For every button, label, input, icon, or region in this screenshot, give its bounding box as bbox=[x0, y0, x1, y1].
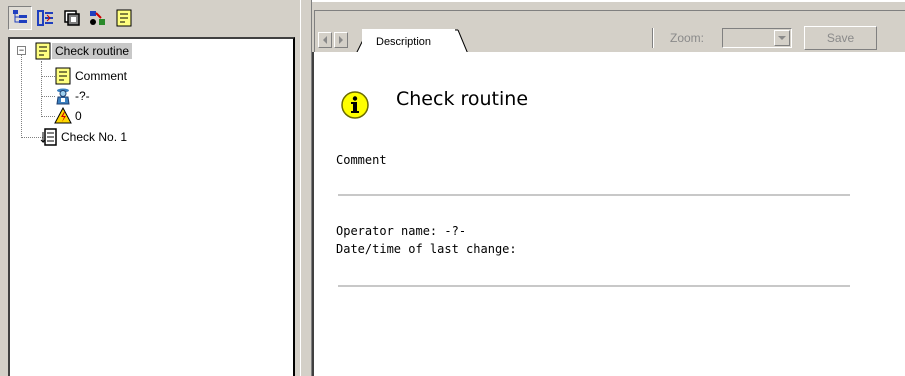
collapse-toggle[interactable]: − bbox=[17, 46, 26, 55]
tree-item-label: Check No. 1 bbox=[61, 130, 128, 144]
sensor-view-button[interactable] bbox=[86, 6, 110, 30]
tree-connector bbox=[41, 76, 55, 77]
info-icon bbox=[341, 91, 369, 119]
tab-scroll-right-button[interactable] bbox=[334, 32, 348, 48]
tree-item-label: 0 bbox=[75, 109, 82, 123]
navigation-pane: − Check routine Comment -?- 0 Check No. … bbox=[0, 0, 300, 376]
arrow-right-icon bbox=[339, 36, 343, 44]
tree-connector bbox=[21, 50, 22, 138]
module-view-icon bbox=[64, 10, 80, 26]
divider bbox=[338, 194, 850, 196]
tree-view-icon bbox=[13, 10, 27, 23]
tree-connector bbox=[41, 96, 55, 97]
tree-item-warning[interactable]: 0 bbox=[54, 106, 85, 126]
flow-view-icon bbox=[37, 10, 53, 26]
check-list-icon bbox=[40, 128, 57, 146]
tree-item-label: Check routine bbox=[52, 43, 133, 59]
note-icon bbox=[35, 42, 51, 60]
warning-icon bbox=[54, 107, 72, 124]
tree-item-operator[interactable]: -?- bbox=[54, 86, 93, 106]
tree-connector bbox=[41, 116, 55, 117]
flow-view-button[interactable] bbox=[34, 6, 58, 30]
comment-view-icon bbox=[116, 9, 132, 27]
chevron-down-icon bbox=[778, 35, 786, 40]
tree-item-check-routine[interactable]: Check routine bbox=[34, 41, 133, 61]
pane-splitter[interactable] bbox=[300, 0, 312, 376]
routine-tree: − Check routine Comment -?- 0 Check No. … bbox=[8, 37, 295, 376]
page-title: Check routine bbox=[396, 88, 529, 110]
view-toolbar bbox=[8, 6, 136, 30]
operator-name-line: Operator name: -?- bbox=[336, 224, 467, 238]
zoom-label: Zoom: bbox=[670, 31, 705, 45]
zoom-select[interactable] bbox=[722, 28, 792, 48]
tree-connector bbox=[41, 61, 42, 117]
arrow-left-icon bbox=[323, 36, 327, 44]
tree-item-label: Comment bbox=[75, 69, 128, 83]
operator-icon bbox=[56, 88, 70, 105]
toolbar-separator bbox=[652, 28, 654, 48]
module-view-button[interactable] bbox=[60, 6, 84, 30]
comment-label: Comment bbox=[336, 153, 387, 167]
divider bbox=[338, 285, 850, 287]
tab-description[interactable]: Description bbox=[362, 29, 456, 54]
tree-item-label: -?- bbox=[75, 89, 90, 103]
tree-item-comment[interactable]: Comment bbox=[54, 66, 130, 86]
sensor-view-icon bbox=[90, 11, 105, 25]
zoom-dropdown-button[interactable] bbox=[774, 30, 790, 46]
comment-view-button[interactable] bbox=[112, 6, 136, 30]
last-change-line: Date/time of last change: bbox=[336, 242, 517, 256]
save-button[interactable]: Save bbox=[804, 26, 877, 50]
tab-scroll-left-button[interactable] bbox=[318, 32, 332, 48]
description-pane: Description Zoom: Save Check routine Com… bbox=[312, 0, 905, 376]
note-icon bbox=[55, 67, 71, 85]
description-content: Check routine Comment Operator name: -?-… bbox=[312, 52, 905, 376]
tree-view-button[interactable] bbox=[8, 6, 32, 30]
description-toolbar: Description Zoom: Save bbox=[312, 0, 905, 55]
tree-item-check-no-1[interactable]: Check No. 1 bbox=[40, 127, 130, 147]
